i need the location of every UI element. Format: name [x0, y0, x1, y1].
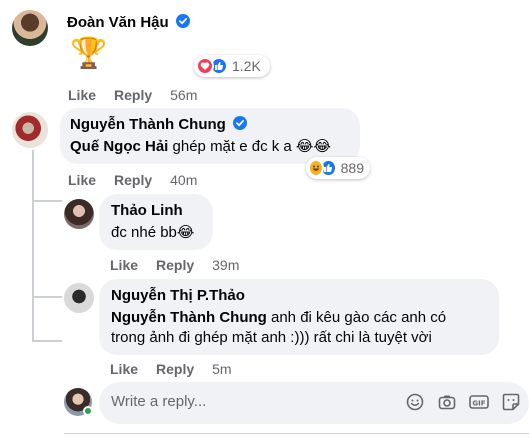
comment-time[interactable]: 56m [170, 87, 197, 103]
verified-badge-icon [233, 116, 248, 130]
thread-line-branch [32, 296, 62, 298]
like-button[interactable]: Like [110, 361, 138, 377]
reaction-count: 889 [340, 160, 364, 176]
reply-placeholder: Write a reply... [111, 393, 207, 410]
reply-actions: Like Reply 39m [110, 257, 239, 273]
like-button[interactable]: Like [68, 87, 96, 103]
like-button[interactable]: Like [110, 257, 138, 273]
comment-actions: Like Reply 56m [68, 87, 197, 103]
reply-text: Nguyễn Thành Chung anh đi kêu gào các an… [111, 308, 446, 328]
sticker-icon[interactable] [501, 392, 521, 412]
reply-bubble: Thảo Linh đc nhé bb😂 [99, 194, 213, 250]
reply-input[interactable]: Write a reply... GIF [99, 382, 529, 424]
reply-button[interactable]: Reply [156, 257, 194, 273]
mention-link[interactable]: Nguyễn Thành Chung [111, 309, 267, 326]
reply-toolbar: GIF [405, 392, 521, 412]
reply-button[interactable]: Reply [114, 87, 152, 103]
camera-icon[interactable] [437, 392, 457, 412]
avatar[interactable] [12, 10, 48, 46]
reply-button[interactable]: Reply [114, 172, 152, 188]
reply-author[interactable]: Nguyễn Thị P.Thảo [111, 287, 245, 304]
thread-line-branch [32, 200, 62, 202]
reactions-summary[interactable]: 889 [306, 157, 370, 179]
divider [64, 433, 529, 434]
svg-text:GIF: GIF [472, 399, 485, 407]
reply-button[interactable]: Reply [156, 361, 194, 377]
reply-time[interactable]: 39m [212, 257, 239, 273]
online-status-indicator [83, 406, 93, 416]
reply-author[interactable]: Thảo Linh [111, 202, 183, 219]
thread-line [32, 150, 34, 340]
reply-time[interactable]: 5m [212, 361, 231, 377]
like-button[interactable]: Like [68, 172, 96, 188]
trophy-emoji: 🏆 [70, 37, 108, 70]
comment-actions: Like Reply 40m [68, 172, 197, 188]
reactions-summary[interactable]: 1.2K [194, 55, 270, 77]
gif-icon[interactable]: GIF [469, 392, 489, 412]
comment-header: Đoàn Văn Hậu [67, 14, 191, 32]
comment-text: Quế Ngọc Hải ghép mặt e đc k a 😂😂 [70, 137, 331, 157]
comment-time[interactable]: 40m [170, 172, 197, 188]
comment-bubble: Nguyễn Thành Chung Quế Ngọc Hải ghép mặt… [60, 108, 360, 164]
reply-actions: Like Reply 5m [110, 361, 232, 377]
avatar[interactable] [64, 199, 94, 229]
comment-author[interactable]: Nguyễn Thành Chung [70, 116, 226, 133]
comment-author[interactable]: Đoàn Văn Hậu [67, 14, 169, 31]
mention-link[interactable]: Quế Ngọc Hải [70, 138, 168, 155]
thread-line-branch [32, 340, 62, 342]
love-reaction-icon [196, 57, 214, 75]
reply-bubble: Nguyễn Thị P.Thảo Nguyễn Thành Chung anh… [99, 279, 499, 355]
reaction-count: 1.2K [232, 58, 261, 74]
avatar[interactable] [12, 112, 48, 148]
verified-badge-icon [176, 14, 191, 28]
comment-body: ghép mặt e đc k a 😂😂 [168, 138, 331, 155]
avatar[interactable] [64, 283, 94, 313]
reply-text: đc nhé bb😂 [111, 224, 195, 241]
reply-body-line2: trong ảnh đi ghép mặt anh :))) rất chi l… [111, 329, 432, 346]
reply-body-line1: anh đi kêu gào các anh có [266, 309, 447, 326]
emoji-icon[interactable] [405, 392, 425, 412]
